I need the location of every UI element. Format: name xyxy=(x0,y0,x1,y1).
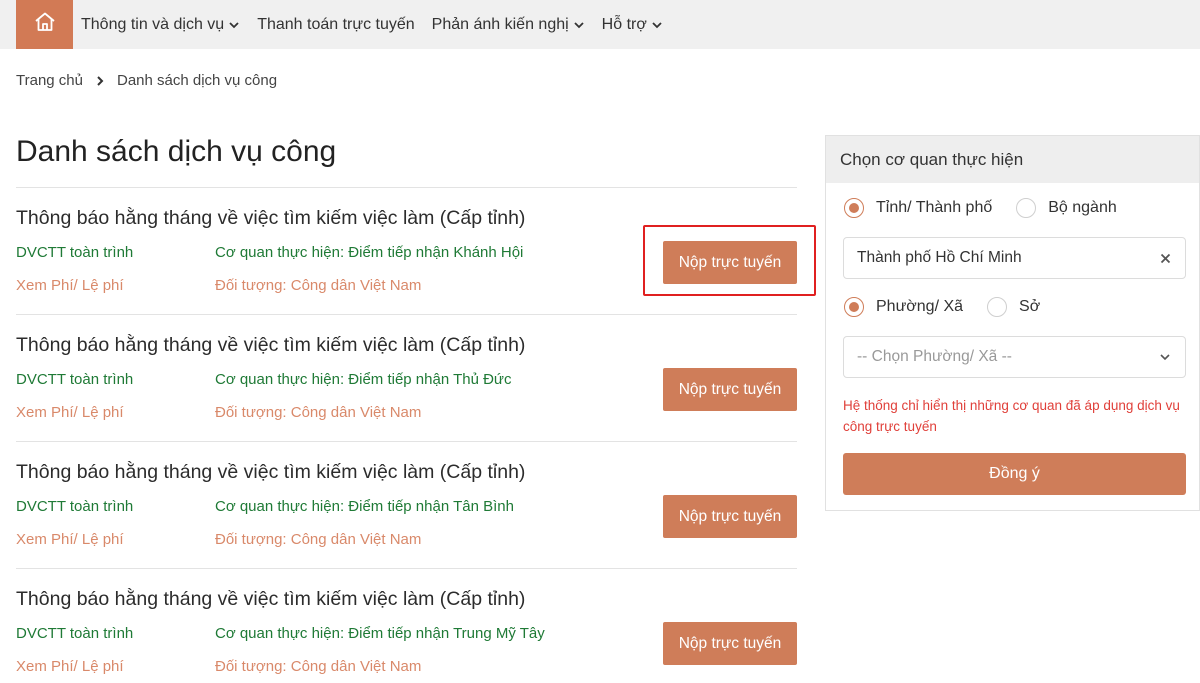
chevron-down-icon xyxy=(1159,337,1171,377)
radio-label: Sở xyxy=(1019,298,1041,315)
breadcrumb-current: Danh sách dịch vụ công xyxy=(116,72,278,89)
radio-button[interactable] xyxy=(1016,198,1037,218)
clear-icon[interactable] xyxy=(1160,238,1171,278)
submit-online-button[interactable]: Nộp trực tuyến xyxy=(663,368,797,411)
submit-online-button[interactable]: Nộp trực tuyến xyxy=(663,495,797,538)
chevron-right-icon xyxy=(95,75,105,87)
home-button[interactable] xyxy=(16,0,73,49)
radio-label: Phường/ Xã xyxy=(876,298,964,315)
service-item: Thông báo hằng tháng về việc tìm kiếm vi… xyxy=(16,568,797,683)
service-title[interactable]: Thông báo hằng tháng về việc tìm kiếm vi… xyxy=(16,207,525,230)
service-type: DVCTT toàn trình xyxy=(16,625,134,642)
nav-item-info-services[interactable]: Thông tin và dịch vụ xyxy=(81,16,240,34)
service-target: Đối tượng: Công dân Việt Nam xyxy=(215,277,422,294)
view-fee-link[interactable]: Xem Phí/ Lệ phí xyxy=(16,277,124,294)
service-type: DVCTT toàn trình xyxy=(16,244,134,261)
service-item: Thông báo hằng tháng về việc tìm kiếm vi… xyxy=(16,441,797,568)
radio-button[interactable] xyxy=(987,297,1008,317)
submit-online-button[interactable]: Nộp trực tuyến xyxy=(663,622,797,665)
radio-button-selected[interactable] xyxy=(844,297,864,317)
level-radio-group: Tỉnh/ Thành phố Bộ ngành xyxy=(844,198,1141,218)
ward-select-placeholder: -- Chọn Phường/ Xã -- xyxy=(857,348,1012,365)
service-agency: Cơ quan thực hiện: Điểm tiếp nhận Thủ Đứ… xyxy=(215,371,512,388)
service-agency: Cơ quan thực hiện: Điểm tiếp nhận Tân Bì… xyxy=(215,498,514,515)
panel-title: Chọn cơ quan thực hiện xyxy=(826,136,1199,183)
radio-label: Bộ ngành xyxy=(1048,199,1117,216)
province-select[interactable]: Thành phố Hồ Chí Minh xyxy=(843,237,1186,279)
nav-item-label: Thanh toán trực tuyến xyxy=(257,15,415,33)
ward-select[interactable]: -- Chọn Phường/ Xã -- xyxy=(843,336,1186,378)
chevron-down-icon xyxy=(573,19,585,31)
province-select-value: Thành phố Hồ Chí Minh xyxy=(857,249,1022,266)
view-fee-link[interactable]: Xem Phí/ Lệ phí xyxy=(16,531,124,548)
service-title[interactable]: Thông báo hằng tháng về việc tìm kiếm vi… xyxy=(16,588,525,611)
service-title[interactable]: Thông báo hằng tháng về việc tìm kiếm vi… xyxy=(16,461,525,484)
sub-level-radio-group: Phường/ Xã Sở xyxy=(844,297,1064,317)
page-title: Danh sách dịch vụ công xyxy=(16,135,337,168)
nav-item-label: Thông tin và dịch vụ xyxy=(81,15,225,33)
breadcrumb: Trang chủ Danh sách dịch vụ công xyxy=(16,72,277,89)
service-target: Đối tượng: Công dân Việt Nam xyxy=(215,658,422,675)
radio-option-ministry[interactable]: Bộ ngành xyxy=(1016,198,1117,218)
highlight-annotation-box xyxy=(643,225,816,296)
chevron-down-icon xyxy=(651,19,663,31)
agency-filter-panel: Chọn cơ quan thực hiện Tỉnh/ Thành phố B… xyxy=(825,135,1200,511)
radio-option-ward[interactable]: Phường/ Xã xyxy=(844,297,963,317)
view-fee-link[interactable]: Xem Phí/ Lệ phí xyxy=(16,658,124,675)
service-target: Đối tượng: Công dân Việt Nam xyxy=(215,404,422,421)
service-type: DVCTT toàn trình xyxy=(16,498,134,515)
radio-label: Tỉnh/ Thành phố xyxy=(876,199,993,216)
home-icon xyxy=(33,10,57,39)
service-target: Đối tượng: Công dân Việt Nam xyxy=(215,531,422,548)
service-agency: Cơ quan thực hiện: Điểm tiếp nhận Khánh … xyxy=(215,244,524,261)
nav-item-support[interactable]: Hỗ trợ xyxy=(602,16,663,34)
top-navbar: Thông tin và dịch vụ Thanh toán trực tuy… xyxy=(0,0,1200,49)
agree-button[interactable]: Đồng ý xyxy=(843,453,1186,495)
service-title[interactable]: Thông báo hằng tháng về việc tìm kiếm vi… xyxy=(16,334,525,357)
nav-item-online-payment[interactable]: Thanh toán trực tuyến xyxy=(257,16,414,34)
nav-item-label: Phản ánh kiến nghị xyxy=(431,15,569,33)
main-nav: Thông tin và dịch vụ Thanh toán trực tuy… xyxy=(81,0,680,49)
view-fee-link[interactable]: Xem Phí/ Lệ phí xyxy=(16,404,124,421)
nav-item-label: Hỗ trợ xyxy=(601,15,647,33)
radio-button-selected[interactable] xyxy=(844,198,864,218)
radio-option-province[interactable]: Tỉnh/ Thành phố xyxy=(844,198,992,218)
service-item: Thông báo hằng tháng về việc tìm kiếm vi… xyxy=(16,314,797,441)
chevron-down-icon xyxy=(228,19,240,31)
radio-option-department[interactable]: Sở xyxy=(987,297,1040,317)
panel-note: Hệ thống chỉ hiển thị những cơ quan đã á… xyxy=(843,398,1180,434)
nav-item-feedback[interactable]: Phản ánh kiến nghị xyxy=(432,16,585,34)
service-type: DVCTT toàn trình xyxy=(16,371,134,388)
service-agency: Cơ quan thực hiện: Điểm tiếp nhận Trung … xyxy=(215,625,545,642)
breadcrumb-home-link[interactable]: Trang chủ xyxy=(16,72,83,89)
